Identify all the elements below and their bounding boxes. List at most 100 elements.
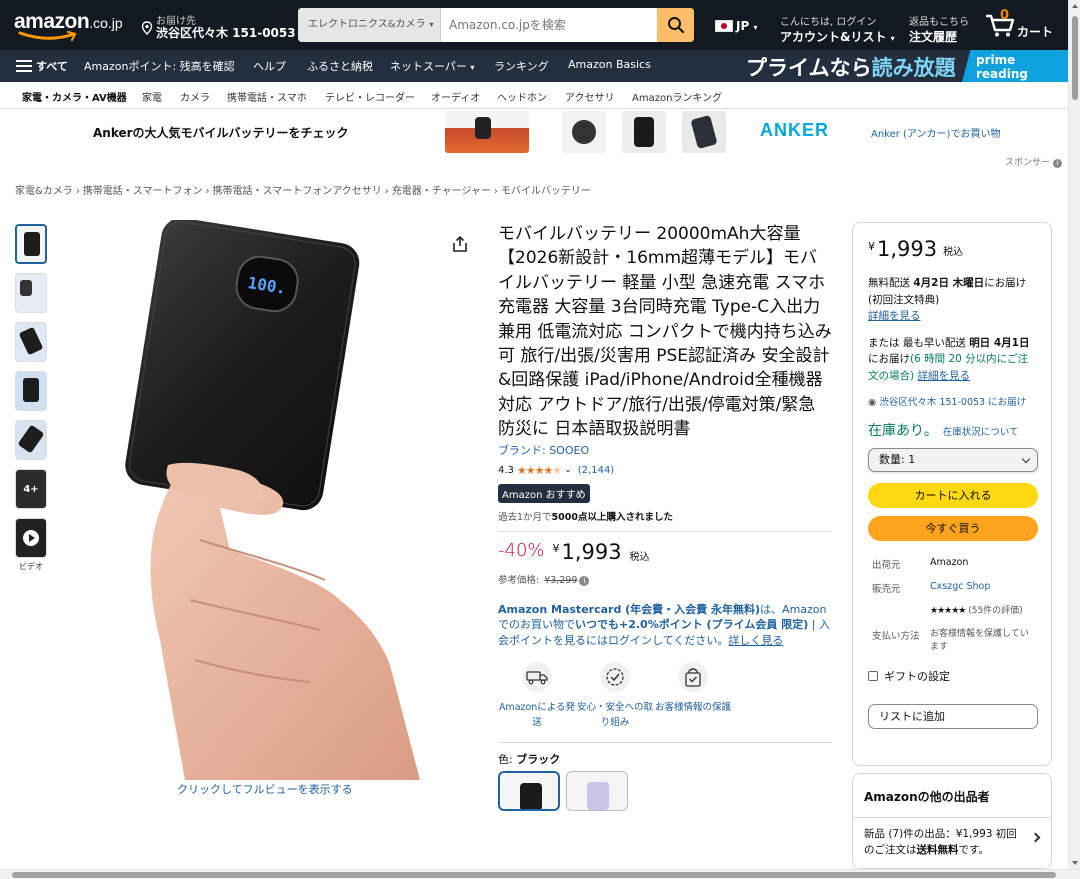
delivery-details-link[interactable]: 詳細を見る [868, 310, 921, 322]
add-to-cart-button[interactable]: カートに入れる [868, 483, 1038, 508]
banner-product-image[interactable] [562, 111, 606, 153]
other-sellers-row[interactable]: 新品 (7)件の出品：¥1,993 初回のご注文は送料無料です。 [853, 818, 1051, 858]
subnav-item-appliances[interactable]: 家電 [142, 89, 162, 104]
search-input[interactable] [441, 8, 657, 42]
breadcrumb-item[interactable]: モバイルバッテリー [501, 186, 591, 197]
breadcrumb-item[interactable]: 携帯電話・スマートフォンアクセサリ [213, 186, 382, 197]
main-product-image[interactable]: 100. [90, 217, 460, 780]
nav-item-netsuper[interactable]: ネットスーパー ▾ [390, 58, 474, 74]
breadcrumb-item[interactable]: 携帯電話・スマートフォン [83, 186, 203, 197]
feature-label: Amazonによる発送 [498, 702, 576, 729]
promo-details-link[interactable]: 詳しく見る [728, 634, 783, 647]
gift-option[interactable]: ギフトの設定 [868, 668, 1036, 684]
search-button[interactable] [657, 8, 694, 42]
vertical-scroll-thumb[interactable] [1072, 16, 1078, 100]
gift-label: ギフトの設定 [884, 670, 950, 683]
search-category-select[interactable]: エレクトロニクス&カメラ ▾ [298, 8, 441, 42]
feature-privacy[interactable]: お客様情報の保護 [654, 662, 732, 730]
quantity-select[interactable]: 数量: 1 [868, 448, 1038, 472]
product-thumbnail [475, 117, 491, 139]
amazon-logo[interactable]: amazon.co.jp [14, 10, 126, 42]
all-menu-button[interactable]: すべて [16, 58, 68, 74]
color-swatch-black[interactable] [498, 771, 560, 812]
fast-delivery-details-link[interactable]: 詳細を見る [917, 370, 970, 382]
product-thumbnail [17, 424, 45, 454]
chevron-down-icon[interactable]: ⌄ [564, 465, 572, 475]
delivery-location-text: 渋谷区代々木 151-0053 にお届け [879, 397, 1027, 408]
horizontal-scroll-thumb[interactable] [12, 872, 1056, 878]
all-menu-label: すべて [36, 60, 68, 73]
brand-link[interactable]: ブランド: SOOEO [498, 444, 589, 457]
star-rating-icon[interactable]: ★★★★★ [517, 464, 562, 477]
subnav-item-camera[interactable]: カメラ [180, 89, 210, 104]
scroll-up-arrow[interactable] [1072, 4, 1078, 8]
banner-product-image[interactable] [622, 111, 666, 153]
breadcrumb-item[interactable]: 家電&カメラ [15, 186, 73, 197]
rating-count-link[interactable]: (2,144) [578, 465, 614, 476]
breadcrumb-item[interactable]: 充電器・チャージャー [392, 186, 491, 197]
sponsored-brand-banner[interactable]: Ankerの大人気モバイルバッテリーをチェック ANKER Anker (アンカ… [0, 109, 1068, 175]
nav-item-amazon-basics[interactable]: Amazon Basics [568, 58, 651, 71]
divider [498, 530, 832, 532]
account-menu[interactable]: こんにちは, ログイン アカウント&リスト ▾ [780, 13, 895, 45]
reference-label: 参考価格: [498, 574, 540, 586]
buy-now-button[interactable]: 今すぐ買う [868, 516, 1038, 541]
color-label: 色: ブラック [498, 751, 832, 767]
subnav-item-phones[interactable]: 携帯電話・スマホ [227, 89, 307, 104]
full-view-link[interactable]: クリックしてフルビューを表示する [177, 781, 353, 797]
banner-product-image[interactable] [682, 111, 726, 153]
delivery-location[interactable]: ◉ 渋谷区代々木 151-0053 にお届け [868, 394, 1036, 408]
subnav-item-tv[interactable]: テレビ・レコーダー [325, 89, 415, 104]
share-button[interactable] [451, 235, 469, 253]
horizontal-scrollbar[interactable] [0, 869, 1080, 879]
nav-item-help[interactable]: ヘルプ [253, 58, 286, 74]
subnav-item-audio[interactable]: オーディオ [431, 89, 480, 104]
subnav-item-accessories[interactable]: アクセサリ [565, 89, 615, 104]
video-thumbnail[interactable] [15, 518, 47, 558]
deliver-location: 渋谷区代々木 151-0053 [156, 26, 296, 40]
search-bar: エレクトロニクス&カメラ ▾ [298, 8, 694, 42]
more-images-button[interactable]: 4+ [15, 469, 47, 509]
promo-card-name[interactable]: Amazon Mastercard (年会費・入会費 永年無料) [498, 603, 760, 616]
seller-link[interactable]: Cxszgc Shop [930, 581, 990, 592]
subnav-item-ranking[interactable]: Amazonランキング [632, 89, 722, 104]
smile-icon [18, 31, 77, 41]
language-selector[interactable]: JP ▾ [715, 19, 757, 33]
gift-checkbox[interactable] [868, 671, 878, 681]
subnav-item-electronics[interactable]: 家電・カメラ・AV機器 [22, 89, 127, 104]
thumbnail-image[interactable] [15, 420, 47, 460]
logo-word: amazon [14, 10, 90, 33]
scroll-down-arrow[interactable] [1072, 861, 1078, 865]
promo-points: いつでも+2.0%ポイント (プライム会員 限定) [575, 618, 809, 632]
banner-product-image[interactable] [445, 111, 529, 153]
orders-link[interactable]: 返品もこちら 注文履歴 [909, 13, 969, 45]
info-icon[interactable]: i [579, 575, 590, 586]
thumbnail-image[interactable] [15, 224, 47, 264]
banner-shop-link[interactable]: Anker (アンカー)でお買い物 [871, 125, 1000, 140]
add-to-list-button[interactable]: リストに追加 [868, 704, 1038, 729]
thumbnail-image[interactable] [15, 273, 47, 313]
color-swatch-purple[interactable] [566, 771, 628, 812]
vertical-scrollbar[interactable] [1068, 0, 1080, 869]
prime-reading-text: prime reading [976, 53, 1028, 81]
feature-shipping[interactable]: Amazonによる発送 [498, 662, 576, 730]
reference-price-value: ¥3,299 [544, 574, 578, 586]
free-delivery-date: 4月2日 木曜日 [913, 277, 985, 289]
nav-item-furusato[interactable]: ふるさと納税 [307, 58, 373, 74]
nav-item-points[interactable]: Amazonポイント: 残高を確認 [84, 58, 235, 74]
banner-headline[interactable]: Ankerの大人気モバイルバッテリーをチェック [93, 124, 349, 141]
subnav-item-headphones[interactable]: ヘッドホン [497, 89, 547, 104]
payment-value[interactable]: お客様情報を保護しています [930, 628, 1036, 654]
price-value: 1,993 [877, 237, 938, 261]
prime-reading-logo: prime reading [962, 50, 1068, 82]
cart-button[interactable]: 0 カート [984, 8, 1064, 42]
sponsored-label[interactable]: スポンサー i [1005, 155, 1062, 168]
anker-logo[interactable]: ANKER [760, 120, 829, 141]
prime-reading-banner[interactable]: プライムなら読み放題 prime reading [744, 50, 1068, 82]
thumbnail-image[interactable] [15, 322, 47, 362]
feature-safety[interactable]: 安心・安全への取り組み [576, 662, 654, 730]
seller-rating[interactable]: ★★★★★ (55件の評価) [930, 605, 1036, 618]
nav-item-ranking[interactable]: ランキング [494, 58, 549, 74]
thumbnail-image[interactable] [15, 371, 47, 411]
stock-info-link[interactable]: 在庫状況について [943, 427, 1019, 438]
